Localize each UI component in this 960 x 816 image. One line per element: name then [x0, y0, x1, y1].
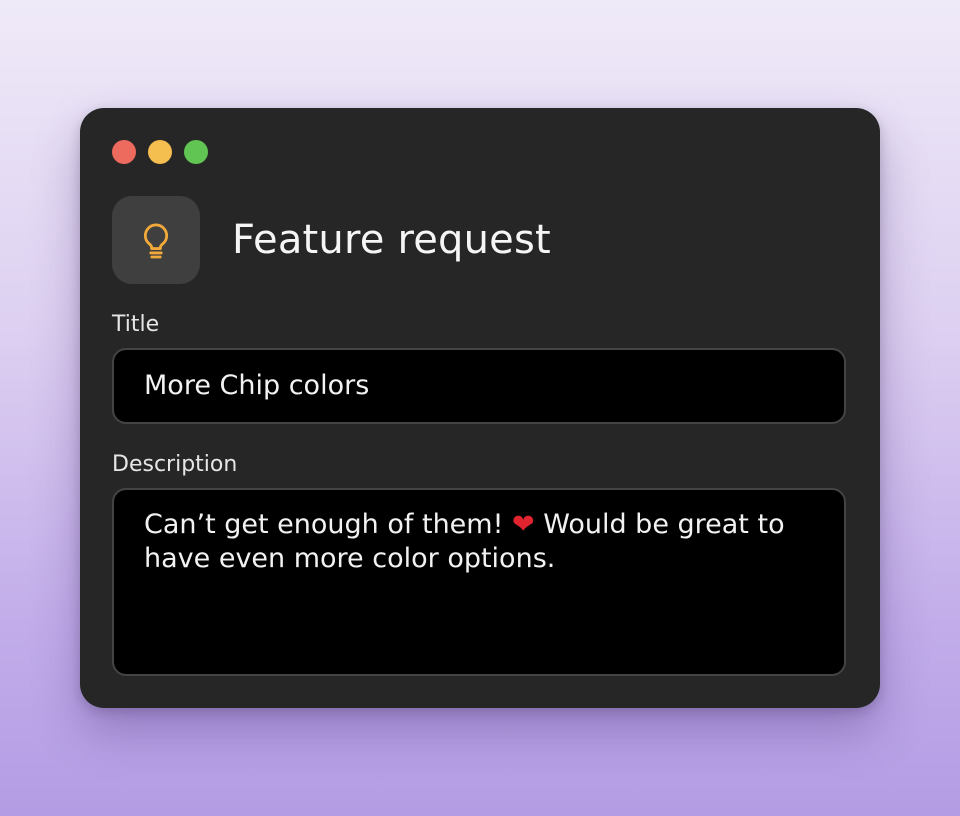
minimize-window-button[interactable] — [148, 140, 172, 164]
title-input-value: More Chip colors — [144, 370, 370, 401]
description-textarea[interactable]: Can’t get enough of them! ❤ Would be gre… — [112, 488, 846, 676]
title-input[interactable]: More Chip colors — [112, 348, 846, 424]
lightbulb-icon — [143, 223, 169, 259]
window-header: Feature request — [112, 196, 551, 284]
feature-request-window: Feature request Title More Chip colors D… — [80, 108, 880, 708]
close-window-button[interactable] — [112, 140, 136, 164]
zoom-window-button[interactable] — [184, 140, 208, 164]
description-text-part1: Can’t get enough of them! — [144, 509, 512, 540]
description-label: Description — [112, 452, 238, 477]
page-title: Feature request — [232, 217, 551, 263]
app-icon-tile — [112, 196, 200, 284]
heart-emoji-icon: ❤ — [512, 509, 535, 540]
window-controls — [112, 140, 208, 164]
title-label: Title — [112, 312, 160, 337]
